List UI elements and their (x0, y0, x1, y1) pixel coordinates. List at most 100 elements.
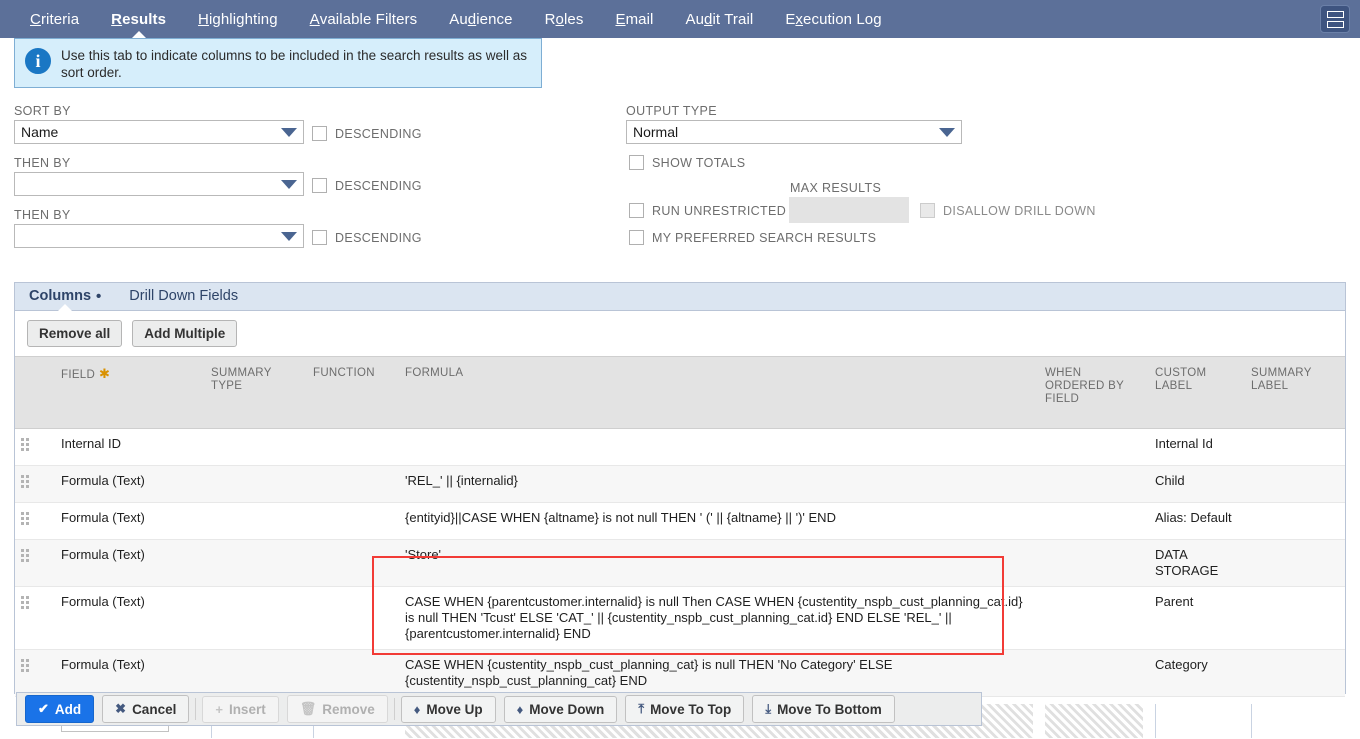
tab-criteria[interactable]: Criteria (14, 0, 95, 38)
cell-summary-type[interactable] (205, 539, 307, 587)
cell-formula[interactable]: CASE WHEN {parentcustomer.internalid} is… (399, 586, 1039, 650)
cell-summary-type[interactable] (205, 586, 307, 650)
row-drag-handle[interactable] (15, 586, 55, 650)
tab-execution-log[interactable]: Ex ecution Log (769, 0, 897, 38)
add-multiple-button[interactable]: Add Multiple (132, 320, 238, 347)
stacked-rows-icon[interactable] (1320, 5, 1350, 33)
then-by-2-select[interactable] (14, 224, 304, 248)
tab-results[interactable]: Results (95, 0, 182, 39)
info-banner-text: Use this tab to indicate columns to be i… (61, 48, 527, 80)
move-to-bottom-button[interactable]: ⤓ Move To Bottom (752, 695, 895, 723)
run-unrestricted-group[interactable]: RUN UNRESTRICTED (629, 203, 786, 218)
cell-summary-label[interactable] (1245, 649, 1345, 697)
descending-2-label: DESCENDING (335, 178, 422, 193)
tab-highlighting[interactable]: Highlighting (182, 0, 294, 38)
cell-function[interactable] (307, 649, 399, 697)
move-to-top-button[interactable]: ⤒ Move To Top (625, 695, 745, 723)
descending-2-checkbox[interactable] (312, 178, 327, 193)
descending-2-group[interactable]: DESCENDING (312, 178, 422, 193)
cell-formula[interactable]: {entityid}||CASE WHEN {altname} is not n… (399, 502, 1039, 540)
cell-summary-label[interactable] (1245, 502, 1345, 540)
my-preferred-search-results-checkbox[interactable] (629, 230, 644, 245)
cell-summary-type[interactable] (205, 465, 307, 503)
descending-3-checkbox[interactable] (312, 230, 327, 245)
cell-when-ordered-by-field[interactable] (1039, 465, 1149, 503)
table-row[interactable]: Formula (Text) {entityid}||CASE WHEN {alt… (15, 502, 1345, 540)
move-up-button[interactable]: ♦ Move Up (400, 695, 496, 723)
cell-formula[interactable] (399, 428, 1039, 466)
my-preferred-search-results-group[interactable]: MY PREFERRED SEARCH RESULTS (629, 230, 876, 245)
cell-summary-label[interactable] (1245, 465, 1345, 503)
cell-custom-label[interactable]: Parent (1149, 586, 1245, 650)
cell-when-ordered-by-field[interactable] (1039, 539, 1149, 587)
tab-roles[interactable]: Ro les (529, 0, 600, 38)
disallow-drill-down-label: DISALLOW DRILL DOWN (943, 203, 1096, 218)
subtab-columns[interactable]: Columns • (15, 282, 115, 311)
then-by-1-select[interactable] (14, 172, 304, 196)
subtab-drill-down-fields[interactable]: Drill Down Fields (115, 282, 252, 310)
tab-available-filters[interactable]: Available Filters (294, 0, 434, 38)
cell-when-ordered-by-field[interactable] (1039, 586, 1149, 650)
cell-formula[interactable]: 'Store' (399, 539, 1039, 587)
table-row[interactable]: Formula (Text) CASE WHEN {parentcustomer.… (15, 586, 1345, 650)
cell-custom-label[interactable]: Child (1149, 465, 1245, 503)
remove-all-button[interactable]: Remove all (27, 320, 123, 347)
descending-3-group[interactable]: DESCENDING (312, 230, 422, 245)
cell-when-ordered-by-field[interactable] (1039, 428, 1149, 466)
cancel-button[interactable]: ✖ Cancel (102, 695, 190, 723)
cell-field[interactable]: Formula (Text) (55, 465, 205, 503)
cell-field[interactable]: Formula (Text) (55, 502, 205, 540)
cell-formula[interactable]: CASE WHEN {custentity_nspb_cust_planning… (399, 649, 1039, 697)
table-row[interactable]: Formula (Text) CASE WHEN {custentity_nspb… (15, 649, 1345, 697)
cell-summary-type[interactable] (205, 502, 307, 540)
cell-summary-label[interactable] (1245, 539, 1345, 587)
cell-custom-label[interactable]: Alias: Default (1149, 502, 1245, 540)
cell-summary-type[interactable] (205, 649, 307, 697)
cell-field[interactable]: Formula (Text) (55, 539, 205, 587)
cell-field[interactable]: Formula (Text) (55, 649, 205, 697)
move-down-button[interactable]: ♦ Move Down (503, 695, 618, 723)
tab-email[interactable]: Email (599, 0, 669, 38)
table-row[interactable]: Formula (Text) 'REL_' || {internalid} Chil… (15, 465, 1345, 503)
show-totals-checkbox[interactable] (629, 155, 644, 170)
arrow-down-icon: ♦ (516, 701, 524, 717)
chevron-down-icon (281, 179, 297, 189)
add-button[interactable]: ✔ Add (25, 695, 95, 723)
row-drag-handle[interactable] (15, 428, 55, 466)
show-totals-group[interactable]: SHOW TOTALS (629, 155, 745, 170)
cell-function[interactable] (307, 428, 399, 466)
sort-by-select[interactable]: Name (14, 120, 304, 144)
cell-function[interactable] (307, 465, 399, 503)
cell-when-ordered-by-field[interactable] (1039, 649, 1149, 697)
output-type-label: OUTPUT TYPE (626, 104, 717, 118)
new-row-summary-label-cell[interactable] (1245, 696, 1345, 739)
table-row[interactable]: Formula (Text) 'Store' DATA STORAGE (15, 539, 1345, 587)
cell-summary-label[interactable] (1245, 586, 1345, 650)
cell-formula[interactable]: 'REL_' || {internalid} (399, 465, 1039, 503)
cell-summary-label[interactable] (1245, 428, 1345, 466)
tab-audit-trail[interactable]: Au d it Trail (669, 0, 769, 38)
row-drag-handle[interactable] (15, 649, 55, 697)
run-unrestricted-checkbox[interactable] (629, 203, 644, 218)
cell-summary-type[interactable] (205, 428, 307, 466)
cell-custom-label[interactable]: Category (1149, 649, 1245, 697)
descending-1-group[interactable]: DESCENDING (312, 126, 422, 141)
chevron-down-icon (939, 127, 955, 137)
max-results-input (789, 197, 909, 223)
cell-field[interactable]: Formula (Text) (55, 586, 205, 650)
row-drag-handle[interactable] (15, 502, 55, 540)
row-drag-handle[interactable] (15, 465, 55, 503)
cell-custom-label[interactable]: DATA STORAGE (1149, 539, 1245, 587)
cell-function[interactable] (307, 586, 399, 650)
cell-custom-label[interactable]: Internal Id (1149, 428, 1245, 466)
descending-1-checkbox[interactable] (312, 126, 327, 141)
cell-function[interactable] (307, 539, 399, 587)
row-drag-handle[interactable] (15, 539, 55, 587)
cell-field[interactable]: Internal ID (55, 428, 205, 466)
new-row-custom-label-cell[interactable] (1149, 696, 1245, 739)
cell-function[interactable] (307, 502, 399, 540)
tab-audience[interactable]: Au d ience (433, 0, 528, 38)
output-type-select[interactable]: Normal (626, 120, 962, 144)
cell-when-ordered-by-field[interactable] (1039, 502, 1149, 540)
table-row[interactable]: Internal ID Internal Id (15, 428, 1345, 466)
